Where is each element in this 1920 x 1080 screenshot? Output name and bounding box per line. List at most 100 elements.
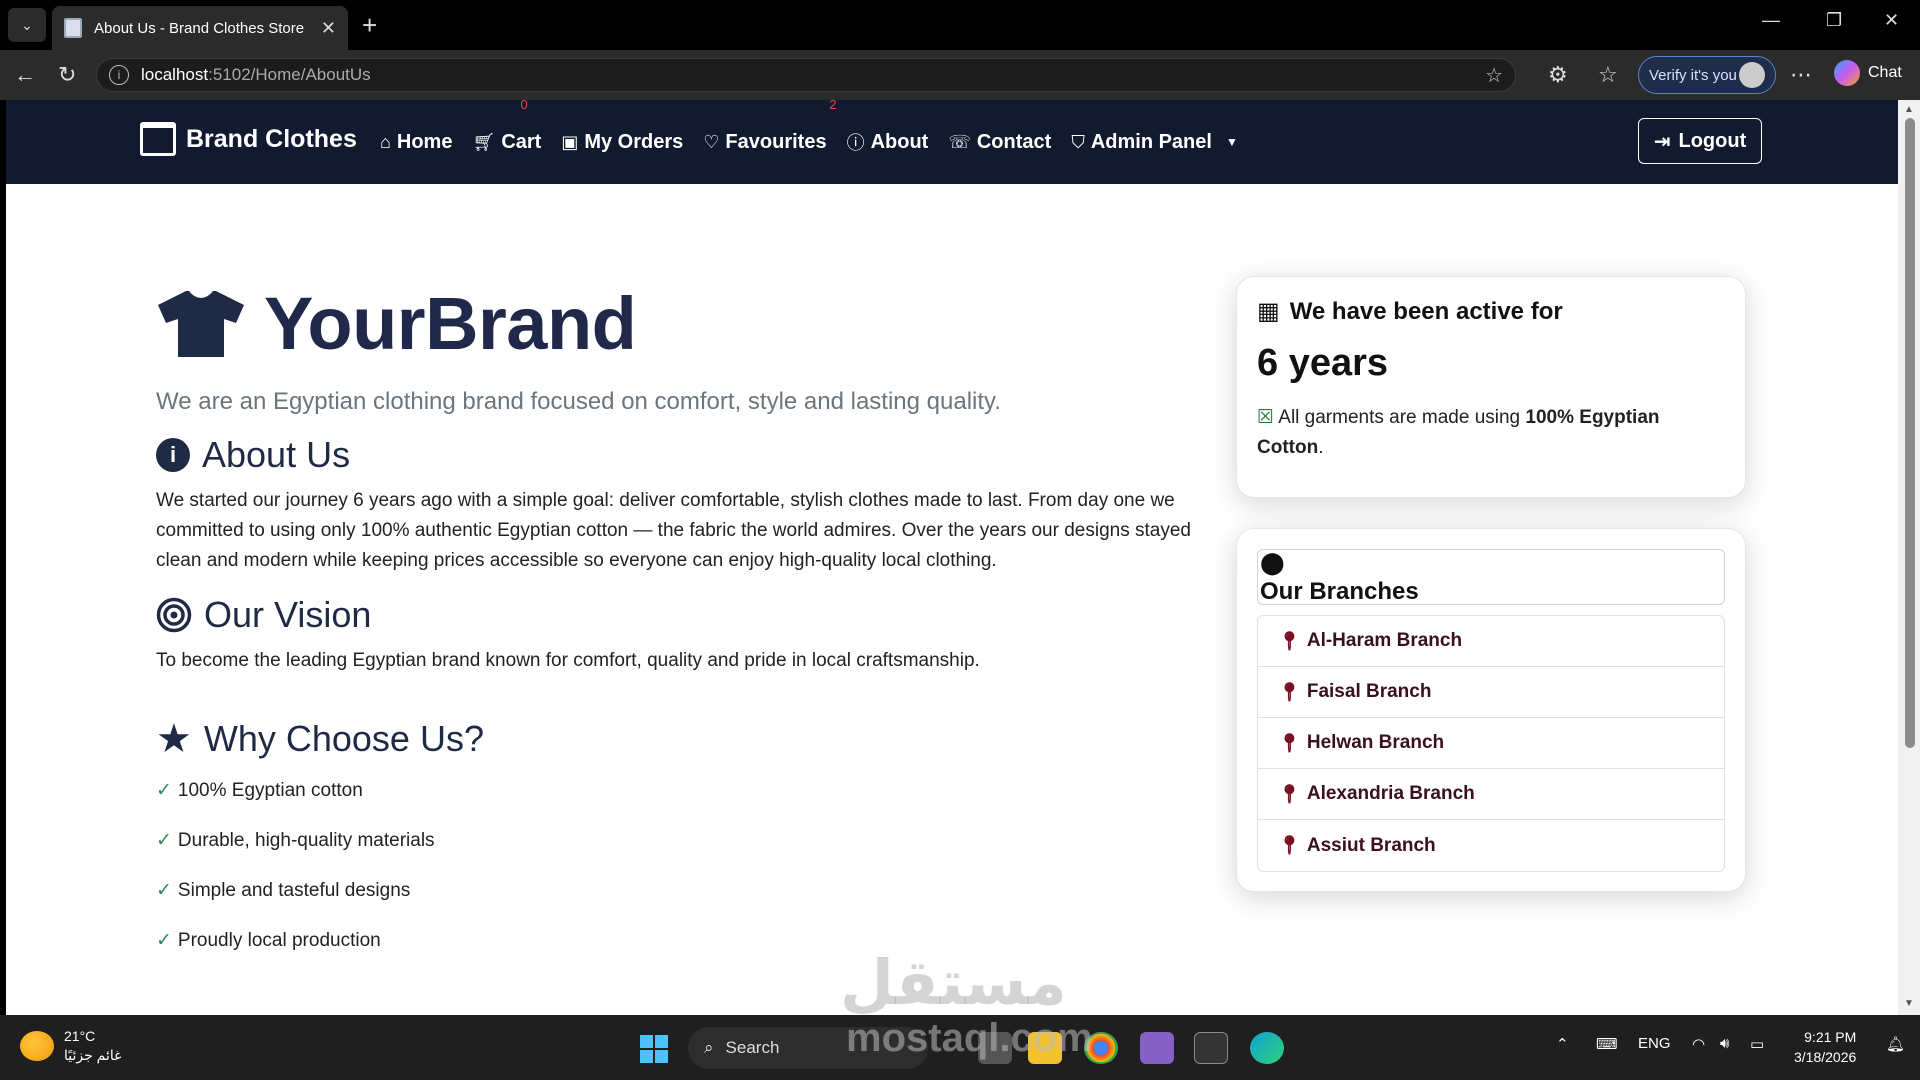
address-bar[interactable]: i localhost :5102/Home/AboutUs ☆ [96,58,1516,92]
why-heading: ★ Why Choose Us? [156,716,1206,762]
terminal-icon[interactable] [1194,1032,1228,1064]
clock-time: 9:21 PM [1804,1029,1857,1045]
pushpin-icon: 📍︎ [1278,783,1301,804]
logout-label: Logout [1678,129,1747,152]
copilot-icon [1834,60,1860,86]
logout-button[interactable]: ⇥ Logout [1638,118,1762,164]
hero: YourBrand [156,281,1206,366]
language-indicator[interactable]: ENG [1638,1035,1671,1052]
scrollbar-thumb[interactable] [1905,118,1915,748]
vision-heading: Our Vision [156,594,1206,636]
weather-condition: غائم جزئيًا [64,1047,122,1063]
watermark-arabic: مستقل [840,949,1067,1018]
show-hidden-icons-chevron-icon[interactable]: ⌃ [1556,1035,1569,1053]
map-pin-icon: ⬤ [1260,550,1285,575]
bag-icon: ▣ [561,131,579,152]
restore-icon[interactable]: ❐ [1826,10,1842,31]
heart-icon: ♡ [703,131,720,152]
favorite-star-icon[interactable]: ☆ [1485,63,1503,88]
pushpin-icon: 📍︎ [1278,630,1301,651]
tshirt-icon [158,289,244,357]
new-tab-button[interactable]: + [362,10,377,40]
logout-icon: ⇥ [1653,130,1671,153]
active-years-card: ▦ We have been active for 6 years ☒ All … [1236,276,1746,498]
branch-item[interactable]: 📍︎ Assiut Branch [1258,820,1724,871]
check-icon: ✓ [156,830,172,851]
system-clock[interactable]: 9:21 PM 3/18/2026 [1794,1027,1856,1067]
about-heading-text: About Us [202,434,351,475]
branch-item[interactable]: 📍︎ Alexandria Branch [1258,769,1724,820]
browser-tab-bar: ⌄ About Us - Brand Clothes Store ✕ + — ❐… [0,0,1920,50]
volume-icon[interactable]: 🔊︎ [1720,1035,1729,1052]
list-item: ✓ Simple and tasteful designs [156,880,411,901]
nav-favourites[interactable]: 2 ♡ Favourites [703,100,836,154]
cart-count-badge: 0 [520,100,528,112]
page-title: YourBrand [264,282,637,365]
notifications-bell-icon[interactable]: 🔔︎ [1886,1035,1905,1053]
more-options-icon[interactable]: ⋯ [1790,62,1812,88]
nav-orders-label: My Orders [584,130,684,153]
extensions-icon[interactable]: ⚙ [1548,62,1568,88]
edge-icon[interactable] [1250,1032,1284,1064]
page-favicon-icon [64,18,82,38]
back-icon[interactable]: ← [14,62,36,88]
scroll-up-icon[interactable]: ▲ [1904,104,1914,115]
copilot-chat-button[interactable]: Chat [1834,60,1902,86]
browser-tab[interactable]: About Us - Brand Clothes Store ✕ [52,6,348,50]
close-tab-icon[interactable]: ✕ [321,18,336,39]
minimize-icon[interactable]: — [1762,10,1780,31]
branch-item[interactable]: 📍︎ Helwan Branch [1258,718,1724,769]
cotton-note: ☒ All garments are made using 100% Egypt… [1257,407,1660,458]
verify-profile-button[interactable]: Verify it's you [1638,56,1776,94]
list-item: ✓ 100% Egyptian cotton [156,780,363,801]
windows-start-icon[interactable] [640,1035,668,1063]
nav-admin-panel-dropdown[interactable]: ⛉ Admin Panel ▼ [1071,131,1238,154]
check-icon: ✓ [156,780,172,801]
brand-link[interactable]: Brand Clothes [140,122,357,156]
url-path: :5102/Home/AboutUs [208,65,371,84]
shield-icon: ⛉ [1071,131,1085,152]
tab-actions-menu-button[interactable]: ⌄ [8,8,46,42]
nav-contact[interactable]: ☏ Contact [948,131,1051,154]
chevron-down-icon: ▼ [1225,135,1238,149]
branch-item[interactable]: 📍︎ Al-Haram Branch [1258,616,1724,667]
close-window-icon[interactable]: ✕ [1884,10,1899,31]
chat-label: Chat [1868,64,1902,81]
check-box-icon: ☒ [1257,407,1275,428]
scroll-down-icon[interactable]: ▼ [1904,998,1914,1009]
page-scrollbar[interactable]: ▲ ▼ [1898,100,1920,1015]
nav-cart-label: Cart [501,130,542,153]
url-host: localhost [141,65,209,84]
check-icon: ✓ [156,880,172,901]
calendar-icon: ▦ [1257,298,1280,325]
nav-menu: ⌂ Home 0 🛒︎ Cart ▣ My Orders 2 ♡ Favouri… [380,100,1238,184]
target-icon [156,597,192,633]
why-heading-text: Why Choose Us? [203,718,484,759]
weather-widget[interactable]: 21°C غائم جزئيًا [20,1027,121,1065]
nav-favourites-label: Favourites [725,130,827,153]
nav-cart[interactable]: 0 🛒︎ Cart [472,100,542,154]
phone-icon: ☏ [948,131,971,152]
nav-my-orders[interactable]: ▣ My Orders [561,131,683,154]
battery-icon[interactable]: ▭ [1750,1035,1764,1053]
branch-item[interactable]: 📍︎ Faisal Branch [1258,667,1724,718]
avatar [1739,62,1765,88]
branches-list: 📍︎ Al-Haram Branch 📍︎ Faisal Branch 📍︎ Helw… [1257,615,1725,872]
nav-about[interactable]: ⓘ About [847,129,929,155]
site-navbar: Brand Clothes ⌂ Home 0 🛒︎ Cart ▣ My Orde… [6,100,1898,184]
reload-icon[interactable]: ↻ [58,62,76,88]
favorites-icon[interactable]: ☆ [1598,62,1618,88]
favourites-count-badge: 2 [829,100,837,112]
cart-icon: 🛒︎ [472,131,496,152]
nav-home-label: Home [396,130,453,153]
site-info-icon[interactable]: i [109,65,129,85]
branches-heading: ⬤ Our Branches [1257,549,1725,605]
info-circle-icon: i [156,438,190,472]
vision-heading-text: Our Vision [204,594,372,635]
wifi-icon[interactable]: ◠ [1692,1035,1705,1053]
main-content: YourBrand We are an Egyptian clothing br… [156,184,1206,978]
nav-home[interactable]: ⌂ Home [380,131,452,154]
keyboard-icon[interactable]: ⌨ [1596,1035,1618,1053]
visual-studio-icon[interactable] [1140,1032,1174,1064]
nav-contact-label: Contact [976,130,1052,153]
